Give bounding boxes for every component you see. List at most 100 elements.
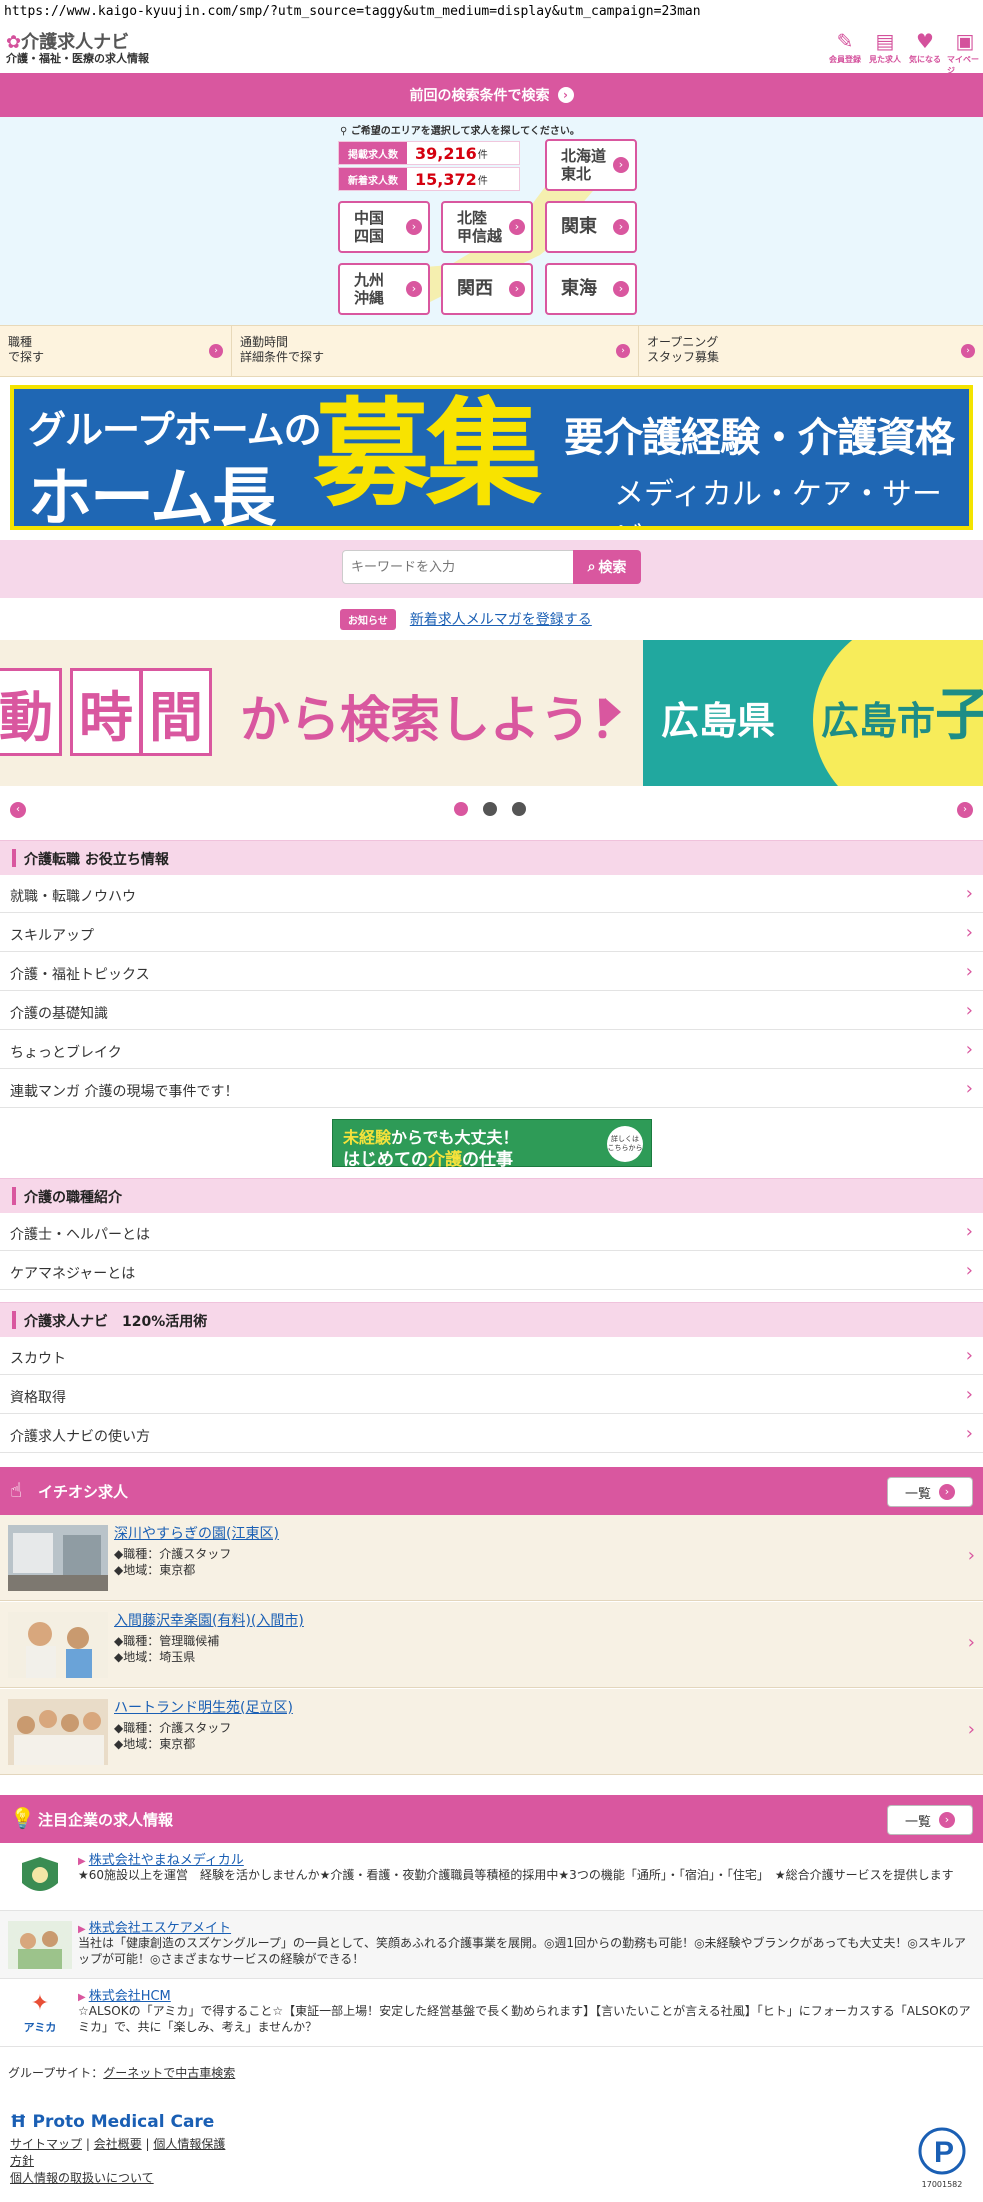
chevron-right-icon: ›: [965, 922, 973, 943]
privacy-mark[interactable]: P 17001582: [911, 2126, 973, 2189]
search-by-occupation[interactable]: 職種 で探す ›: [0, 326, 232, 376]
slider-dot[interactable]: [483, 802, 497, 816]
privacy-handling-link[interactable]: 個人情報の取扱いについて: [10, 2171, 154, 2185]
calendar-icon: ▤: [875, 29, 895, 53]
search-categories: 職種 で探す › 通勤時間 詳細条件で探す › オープニング スタッフ募集 ›: [0, 325, 983, 377]
company-link[interactable]: 会社概要: [94, 2137, 142, 2151]
company-item[interactable]: ✦ アミカ ▶ 株式会社HCM ☆ALSOKの「アミカ」で得すること☆【東証一部上…: [0, 1979, 983, 2047]
list-item[interactable]: 介護・福祉トピックス ›: [0, 953, 983, 991]
job-item[interactable]: ハートランド明生苑(足立区) ◆職種：介護スタッフ ◆地域：東京都 ›: [0, 1689, 983, 1775]
chevron-right-icon: ›: [967, 1632, 975, 1653]
notice-row: お知らせ 新着求人メルマガを登録する: [340, 607, 592, 631]
arrow-right-icon: ›: [509, 281, 525, 297]
brand-logo[interactable]: Ħ Proto Medical Care: [10, 2112, 214, 2132]
slider-next-button[interactable]: ›: [957, 802, 973, 818]
section-jobtypes-header: 介護の職種紹介: [0, 1178, 983, 1213]
lightbulb-icon: 💡: [10, 1806, 35, 1830]
slide-box: 動: [0, 668, 62, 756]
header-icons: ✎ 会員登録 ▤ 見た求人 ♥ 気になる ▣ マイページ: [827, 28, 983, 75]
list-item[interactable]: ケアマネジャーとは ›: [0, 1252, 983, 1290]
amika-logo-icon: ✦: [30, 1991, 50, 2016]
list-item[interactable]: スキルアップ ›: [0, 914, 983, 952]
company-logo: [8, 1921, 72, 1969]
list-item[interactable]: 介護の基礎知識 ›: [0, 992, 983, 1030]
area-kanto[interactable]: 関東 ›: [545, 201, 637, 253]
slide-box: 間: [140, 668, 212, 756]
chevron-right-icon: ›: [965, 1384, 973, 1405]
viewed-jobs-button[interactable]: ▤ 見た求人: [867, 28, 903, 68]
job-item[interactable]: 深川やすらぎの園(江東区) ◆職種：介護スタッフ ◆地域：東京都 ›: [0, 1515, 983, 1601]
beginner-banner[interactable]: 未経験からでも大丈夫！ はじめての介護の仕事 詳しくは こちらから: [332, 1119, 652, 1170]
area-tokai[interactable]: 東海 ›: [545, 263, 637, 315]
area-hokkaido-tohoku[interactable]: 北海道 東北 ›: [545, 139, 637, 191]
list-item[interactable]: 介護士・ヘルパーとは ›: [0, 1213, 983, 1251]
arrow-right-icon: ›: [616, 344, 630, 358]
chevron-right-icon: ›: [965, 883, 973, 904]
area-kansai[interactable]: 関西 ›: [441, 263, 533, 315]
pencil-icon: ✎: [836, 29, 854, 53]
arrow-right-icon: ›: [961, 344, 975, 358]
list-item[interactable]: ちょっとブレイク ›: [0, 1031, 983, 1069]
address-bar[interactable]: https://www.kaigo-kyuujin.com/smp/?utm_s…: [0, 0, 983, 24]
search-by-commute[interactable]: 通勤時間 詳細条件で探す ›: [232, 326, 639, 376]
details-badge: 詳しくは こちらから: [607, 1126, 643, 1162]
area-selector: ⚲ ご希望のエリアを選択して求人を探してください。 掲載求人数 39,216 件 …: [0, 117, 983, 325]
list-item[interactable]: 介護求人ナビの使い方 ›: [0, 1415, 983, 1453]
list-item[interactable]: 資格取得 ›: [0, 1376, 983, 1414]
chevron-right-icon: ›: [965, 1221, 973, 1242]
list-item[interactable]: 連載マンガ 介護の現場で事件です！ ›: [0, 1070, 983, 1108]
company-item[interactable]: ▶ 株式会社やまねメディカル ★60施設以上を運営 経験を活かしませんか★介護・看…: [0, 1843, 983, 1911]
group-sites: グループサイト：グーネットで中古車検索: [8, 2066, 236, 2080]
featured-list-button[interactable]: 一覧 ›: [887, 1805, 973, 1835]
promo-slider[interactable]: 動 時 間 から検索しよう！ 広島県 広島市子: [0, 640, 983, 786]
group-site-link[interactable]: グーネットで中古車検索: [103, 2066, 235, 2080]
pointing-hand-icon: ☝: [10, 1478, 23, 1502]
sitemap-link[interactable]: サイトマップ: [10, 2137, 82, 2151]
slider-prev-button[interactable]: ‹: [10, 802, 26, 818]
chevron-right-icon: ›: [965, 1423, 973, 1444]
register-button[interactable]: ✎ 会員登録: [827, 28, 863, 68]
search-button[interactable]: ⌕ 検索: [573, 550, 641, 584]
arrow-right-icon: ›: [939, 1812, 955, 1828]
search-icon: ⌕: [587, 559, 596, 575]
mypage-button[interactable]: ▣ マイページ: [947, 28, 983, 75]
stat-listed: 掲載求人数 39,216 件: [338, 141, 520, 165]
slider-controls: ‹ ›: [0, 794, 983, 824]
list-item[interactable]: 就職・転職ノウハウ ›: [0, 875, 983, 913]
chevron-right-icon: ›: [965, 1260, 973, 1281]
slide-box: 時: [70, 668, 142, 756]
svg-text:P: P: [934, 2136, 954, 2169]
job-item[interactable]: 入間藤沢幸楽園(有料)(入間市) ◆職種：管理職候補 ◆地域：埼玉県 ›: [0, 1602, 983, 1688]
chevron-right-icon: ›: [967, 1545, 975, 1566]
slide-arrow-icon: [605, 698, 621, 726]
keyword-input[interactable]: [342, 550, 574, 584]
newsletter-link[interactable]: 新着求人メルマガを登録する: [410, 609, 592, 629]
chevron-right-icon: ›: [965, 1000, 973, 1021]
area-prompt: ⚲ ご希望のエリアを選択して求人を探してください。: [340, 126, 580, 137]
previous-search-button[interactable]: 前回の検索条件で検索 ›: [0, 73, 983, 117]
section-usage-header: 介護求人ナビ 120%活用術: [0, 1302, 983, 1337]
site-header: ✿介護求人ナビ 介護・福祉・医療の求人情報 ✎ 会員登録 ▤ 見た求人 ♥ 気になる …: [0, 26, 983, 75]
arrow-right-icon: ›: [613, 219, 629, 235]
slider-dot[interactable]: [512, 802, 526, 816]
area-hokuriku-koshinetsu[interactable]: 北陸 甲信越 ›: [441, 201, 533, 253]
slide-text: から検索しよう！: [240, 691, 640, 749]
privacy-policy-link[interactable]: 個人情報保護: [153, 2137, 225, 2151]
slide-hiroshima: 広島県 広島市子: [643, 640, 983, 786]
list-item[interactable]: スカウト ›: [0, 1337, 983, 1375]
privacy-mark-icon: P: [918, 2127, 966, 2175]
job-photo: [8, 1612, 108, 1678]
favorites-button[interactable]: ♥ 気になる: [907, 28, 943, 68]
brand-mark-icon: Ħ: [10, 2112, 33, 2132]
company-item[interactable]: ▶ 株式会社エスケアメイト 当社は「健康創造のスズケングループ」の一員として、笑顔…: [0, 1911, 983, 1979]
pickup-list-button[interactable]: 一覧 ›: [887, 1477, 973, 1507]
arrow-right-icon: ›: [209, 344, 223, 358]
area-chugoku-shikoku[interactable]: 中国 四国 ›: [338, 201, 430, 253]
recruit-banner[interactable]: グループホームの ホーム長 募集 要介護経験・介護資格 メディカル・ケア・サービ…: [10, 385, 973, 530]
area-kyushu-okinawa[interactable]: 九州 沖縄 ›: [338, 263, 430, 315]
arrow-right-icon: ›: [613, 281, 629, 297]
privacy-policy-link-cont[interactable]: 方針: [10, 2154, 34, 2168]
slider-dot[interactable]: [454, 802, 468, 816]
search-opening-staff[interactable]: オープニング スタッフ募集 ›: [639, 326, 983, 376]
job-photo: [8, 1699, 108, 1765]
